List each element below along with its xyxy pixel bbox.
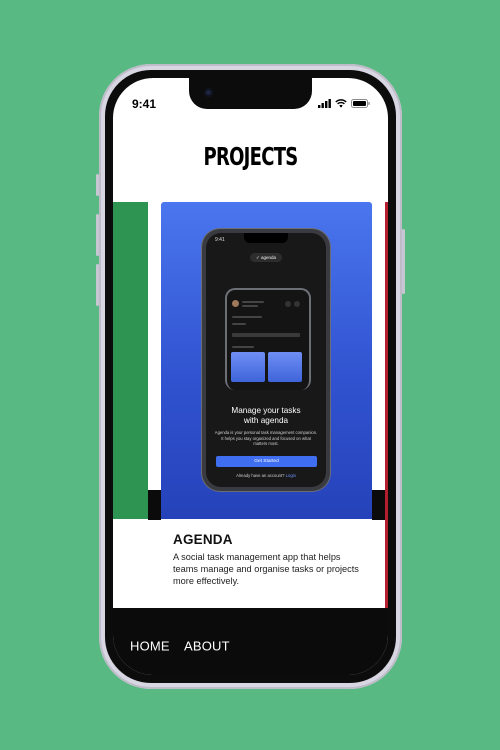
- mockup-login-link: Login: [285, 473, 296, 478]
- previous-project-card-body[interactable]: [113, 519, 148, 607]
- preview-line: [232, 346, 254, 348]
- mockup-time: 9:41: [215, 237, 225, 243]
- battery-icon: [351, 99, 370, 108]
- preview-project-card: [231, 352, 265, 382]
- preview-icon: [294, 301, 300, 307]
- project-carousel[interactable]: 9:41 ✓ agenda Manage your tasks with age…: [113, 202, 388, 608]
- project-card-agenda[interactable]: 9:41 ✓ agenda Manage your tasks with age…: [161, 202, 372, 607]
- preview-line: [232, 323, 246, 325]
- project-card-body: AGENDA A social task management app that…: [173, 532, 363, 587]
- mockup-heading-line: with agenda: [243, 416, 289, 425]
- mockup-get-started-button: Get Started: [216, 456, 317, 467]
- mockup-body-text: Agenda is your personal task management …: [214, 430, 318, 446]
- status-time: 9:41: [132, 97, 157, 111]
- preview-calendar: [232, 333, 300, 337]
- nav-home-link[interactable]: HOME: [130, 639, 170, 654]
- mockup-logo-text: agenda: [261, 255, 277, 260]
- mockup-login-prompt: Already have an account? Login: [206, 473, 326, 478]
- signal-icon: [318, 99, 331, 108]
- wifi-icon: [335, 99, 347, 108]
- preview-project-card: [268, 352, 302, 382]
- mockup-notch: [244, 233, 288, 243]
- phone-screen: 9:41 PROJECTS 9:41 ✓ agenda Manage your …: [113, 78, 388, 675]
- project-title: AGENDA: [173, 532, 233, 547]
- mute-switch: [96, 174, 99, 196]
- page-title: PROJECTS: [203, 142, 298, 171]
- next-project-card[interactable]: [385, 202, 388, 608]
- status-icons: [318, 99, 370, 108]
- previous-project-card[interactable]: [113, 202, 148, 519]
- volume-down-button: [96, 264, 99, 306]
- preview-line: [242, 305, 258, 307]
- volume-up-button: [96, 214, 99, 256]
- app-mockup-phone: 9:41 ✓ agenda Manage your tasks with age…: [202, 229, 330, 491]
- app-mockup-screen: 9:41 ✓ agenda Manage your tasks with age…: [206, 233, 326, 487]
- project-description: A social task management app that helps …: [173, 552, 359, 586]
- project-hero-image: 9:41 ✓ agenda Manage your tasks with age…: [161, 202, 372, 519]
- preview-line: [232, 316, 262, 318]
- mockup-heading: Manage your tasks with agenda: [206, 406, 326, 426]
- mockup-login-text: Already have an account?: [236, 473, 285, 478]
- camera-icon: [204, 88, 213, 97]
- bottom-nav: HOME ABOUT: [113, 608, 388, 675]
- phone-frame: 9:41 PROJECTS 9:41 ✓ agenda Manage your …: [96, 64, 405, 689]
- avatar: [232, 300, 239, 307]
- notch: [189, 78, 312, 109]
- preview-icon: [285, 301, 291, 307]
- inner-phone-preview: [225, 288, 311, 390]
- preview-line: [242, 301, 264, 303]
- nav-about-link[interactable]: ABOUT: [184, 639, 230, 654]
- agenda-logo-icon: ✓ agenda: [250, 253, 282, 262]
- power-button: [402, 229, 405, 294]
- mockup-heading-line: Manage your tasks: [231, 406, 301, 415]
